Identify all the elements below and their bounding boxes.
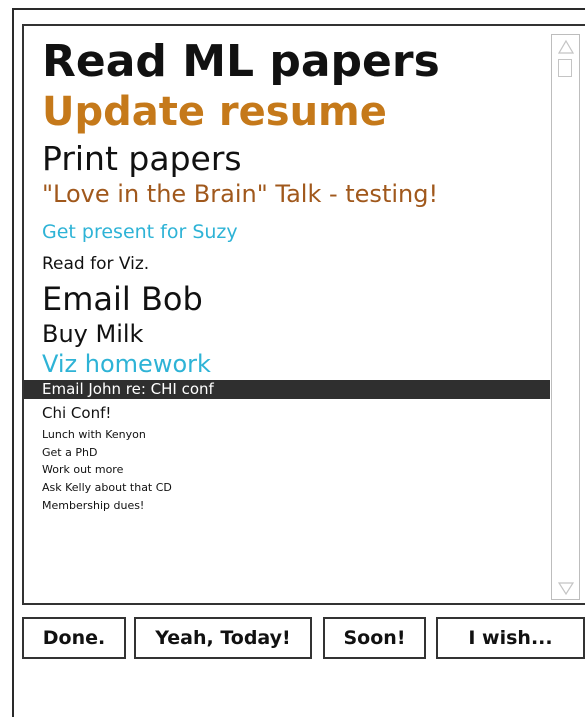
done-button-label: Done. [42,627,106,649]
soon-button-label: Soon! [343,627,406,649]
task-item[interactable]: "Love in the Brain" Talk - testing! [42,182,438,206]
task-item-selected[interactable]: Email John re: CHI conf [24,380,550,399]
scroll-thumb[interactable] [558,59,572,77]
task-item[interactable]: Buy Milk [42,322,143,346]
scroll-down-arrow-icon[interactable] [558,581,574,595]
task-item[interactable]: Get present for Suzy [42,223,238,242]
vertical-scrollbar[interactable] [551,34,580,600]
soon-button[interactable]: Soon! [323,617,426,659]
task-list: Read ML papers Update resume Print paper… [24,26,550,603]
task-item[interactable]: Update resume [42,92,387,132]
task-item[interactable]: Read ML papers [42,40,440,84]
task-item[interactable]: Lunch with Kenyon [42,429,146,440]
yeah-today-button-label: Yeah, Today! [155,627,291,649]
i-wish-button[interactable]: I wish... [436,617,585,659]
task-item[interactable]: Email Bob [42,283,203,315]
i-wish-button-label: I wish... [468,627,553,649]
yeah-today-button[interactable]: Yeah, Today! [134,617,312,659]
task-list-panel: Read ML papers Update resume Print paper… [22,24,585,605]
task-item[interactable]: Viz homework [42,352,211,376]
task-item[interactable]: Ask Kelly about that CD [42,482,172,493]
task-item[interactable]: Chi Conf! [42,406,111,421]
task-item[interactable]: Membership dues! [42,500,144,511]
task-item[interactable]: Print papers [42,142,242,175]
task-item[interactable]: Get a PhD [42,447,97,458]
scroll-up-arrow-icon[interactable] [558,39,574,55]
priority-button-row: Done. Yeah, Today! Soon! I wish... [22,617,585,659]
task-item[interactable]: Work out more [42,464,123,475]
done-button[interactable]: Done. [22,617,126,659]
task-item[interactable]: Read for Viz. [42,256,149,273]
